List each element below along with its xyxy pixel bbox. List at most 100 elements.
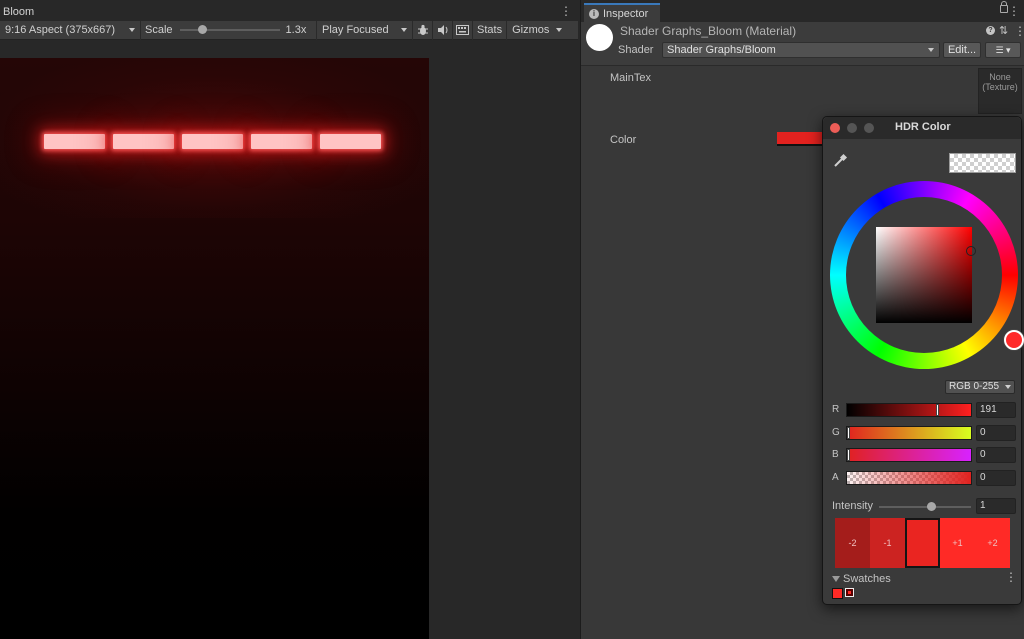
color-label: Color: [610, 134, 637, 146]
eyedropper-icon[interactable]: [832, 153, 848, 169]
scale-slider-thumb[interactable]: [197, 25, 207, 34]
texture-slot[interactable]: None (Texture): [978, 68, 1022, 114]
color-mode-value: RGB 0-255: [949, 381, 1000, 392]
gizmos-dropdown[interactable]: Gizmos: [507, 21, 567, 40]
maintex-label: MainTex: [610, 72, 651, 84]
glowing-brick: [182, 134, 243, 149]
exposure-step-minus-2[interactable]: -2: [835, 518, 870, 568]
shader-label: Shader: [618, 44, 654, 56]
channel-label: G: [832, 427, 840, 438]
hue-wheel[interactable]: [830, 181, 1024, 369]
channel-value-field[interactable]: 0: [976, 470, 1016, 486]
bug-icon[interactable]: [413, 20, 433, 40]
info-icon: i: [589, 8, 599, 19]
channel-label: B: [832, 449, 839, 460]
swatches-menu-kebab-icon[interactable]: ⋮: [1005, 570, 1017, 584]
channel-label: R: [832, 404, 840, 415]
lock-icon[interactable]: [1000, 1, 1008, 13]
channel-row-b: B 0: [831, 447, 1017, 463]
inspector-menu-kebab-icon[interactable]: ⋮: [1008, 4, 1020, 18]
minimize-window-button[interactable]: [847, 123, 857, 133]
channel-label: A: [832, 472, 839, 483]
channel-knob[interactable]: [936, 404, 939, 416]
game-tab-title[interactable]: Bloom: [0, 6, 34, 18]
material-preview-sphere: [586, 24, 613, 51]
saturation-value-handle[interactable]: [966, 246, 976, 256]
shader-value: Shader Graphs/Bloom: [667, 44, 776, 56]
chevron-down-icon: [401, 27, 407, 32]
color-mode-dropdown[interactable]: RGB 0-255: [945, 380, 1015, 394]
glowing-brick: [44, 134, 105, 149]
game-viewport[interactable]: [0, 58, 429, 639]
channel-row-g: G 0: [831, 425, 1017, 441]
swatches-foldout[interactable]: Swatches: [832, 573, 891, 585]
channel-slider-a[interactable]: [846, 471, 972, 485]
inspector-tab-label: Inspector: [603, 7, 649, 20]
channel-knob[interactable]: [847, 427, 850, 439]
channel-knob[interactable]: [847, 449, 850, 461]
channel-row-r: R 191: [831, 402, 1017, 418]
hdr-color-picker: HDR Color RGB 0-255 R 191 G 0 B 0 A 0 In…: [822, 116, 1024, 605]
game-toolbar: 9:16 Aspect (375x667) Scale 1.3x Play Fo…: [0, 20, 578, 40]
material-options-button[interactable]: ☰ ▾: [985, 42, 1021, 58]
presets-sliders-icon[interactable]: ⇅: [999, 24, 1008, 37]
channel-slider-r[interactable]: [846, 403, 972, 417]
swatches-label: Swatches: [843, 573, 891, 585]
inspector-tab-bar: i Inspector ⋮: [581, 0, 1024, 22]
game-menu-kebab-icon[interactable]: ⋮: [560, 4, 572, 20]
channel-slider-b[interactable]: [846, 448, 972, 462]
intensity-label: Intensity: [832, 500, 873, 512]
maximize-window-button[interactable]: [864, 123, 874, 133]
intensity-slider[interactable]: [879, 506, 971, 508]
aspect-dropdown[interactable]: 9:16 Aspect (375x667): [0, 20, 141, 40]
channel-value-field[interactable]: 0: [976, 425, 1016, 441]
help-icon[interactable]: ?: [986, 26, 995, 35]
intensity-value-field[interactable]: 1: [976, 498, 1016, 514]
play-mode-dropdown[interactable]: Play Focused: [317, 20, 413, 40]
exposure-step-minus-1[interactable]: -1: [870, 518, 905, 568]
hdr-color-title: HDR Color: [895, 121, 951, 133]
exposure-step-plus-2[interactable]: +2: [975, 518, 1010, 568]
exposure-step-current[interactable]: [905, 518, 940, 568]
scale-slider[interactable]: [179, 25, 280, 34]
channel-slider-g[interactable]: [846, 426, 972, 440]
scale-control: Scale 1.3x: [141, 20, 317, 40]
exposure-step-plus-1[interactable]: +1: [940, 518, 975, 568]
aspect-value: 9:16 Aspect (375x667): [5, 24, 116, 36]
swatch[interactable]: [832, 588, 843, 599]
exposure-steps: -2 -1 +1 +2: [835, 518, 1010, 568]
play-mode-value: Play Focused: [322, 24, 389, 36]
game-view: Bloom ⋮ 9:16 Aspect (375x667) Scale 1.3x…: [0, 0, 578, 639]
edit-shader-button[interactable]: Edit...: [943, 42, 981, 58]
material-title: Shader Graphs_Bloom (Material): [620, 24, 797, 38]
intensity-slider-thumb[interactable]: [927, 502, 936, 511]
channel-value-field[interactable]: 191: [976, 402, 1016, 418]
channel-value-field[interactable]: 0: [976, 447, 1016, 463]
keyboard-icon[interactable]: [453, 20, 473, 40]
foldout-triangle-icon: [832, 576, 840, 582]
audio-speaker-icon[interactable]: [433, 20, 453, 40]
chevron-down-icon: [129, 27, 135, 32]
material-menu-kebab-icon[interactable]: ⋮: [1014, 24, 1024, 38]
glowing-brick: [113, 134, 174, 149]
chevron-down-icon: [1005, 385, 1011, 389]
add-swatch-button[interactable]: [845, 588, 854, 597]
texture-slot-text: None (Texture): [982, 72, 1018, 92]
chevron-down-icon: [928, 48, 934, 52]
saturation-value-square[interactable]: [876, 227, 972, 323]
gizmos-label: Gizmos: [512, 24, 550, 36]
shader-dropdown[interactable]: Shader Graphs/Bloom: [662, 42, 940, 58]
material-header: Shader Graphs_Bloom (Material) ? ⇅ ⋮ Sha…: [581, 22, 1024, 66]
tab-inspector[interactable]: i Inspector: [584, 3, 660, 22]
chevron-down-icon: [556, 27, 563, 32]
game-tab-bar: Bloom ⋮: [0, 4, 578, 20]
glowing-brick: [320, 134, 381, 149]
glowing-brick: [251, 134, 312, 149]
channel-row-a: A 0: [831, 470, 1017, 486]
scale-label: Scale: [145, 24, 173, 36]
color-preview: [949, 153, 1016, 173]
scale-value: 1.3x: [285, 24, 307, 36]
close-window-button[interactable]: [830, 123, 840, 133]
stats-button[interactable]: Stats: [473, 20, 508, 40]
hue-handle[interactable]: [1004, 330, 1024, 350]
